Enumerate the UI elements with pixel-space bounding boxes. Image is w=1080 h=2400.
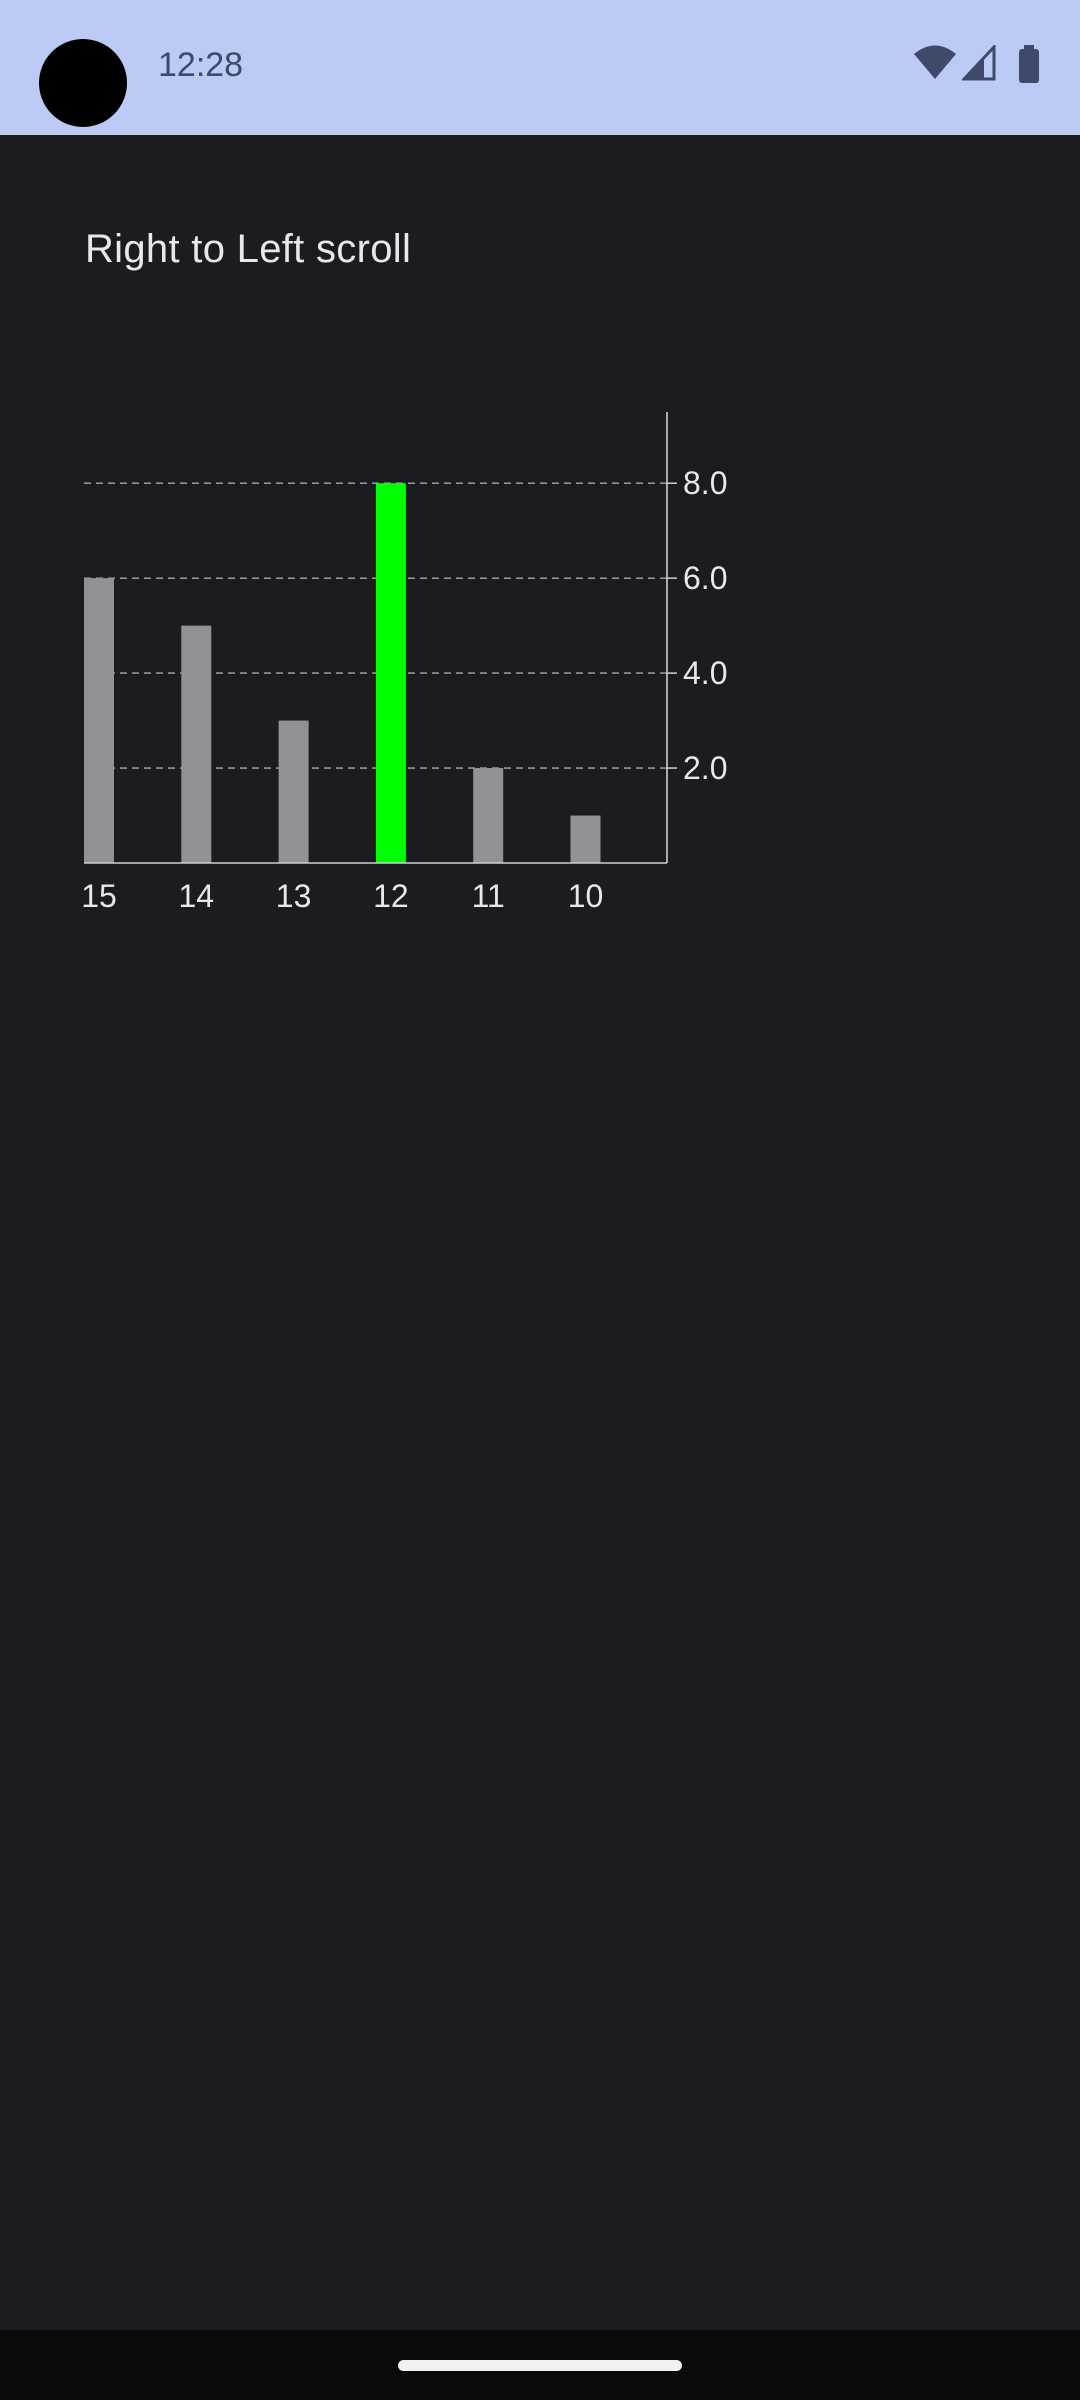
status-icons (914, 45, 1042, 87)
wifi-icon (914, 45, 956, 79)
y-tick-label: 8.0 (683, 465, 727, 501)
bar-11[interactable] (473, 768, 504, 863)
chart-title: Right to Left scroll (85, 227, 412, 271)
bar-13[interactable] (278, 720, 309, 863)
bar-15[interactable] (84, 578, 114, 863)
y-tick-label: 6.0 (683, 560, 727, 596)
bar-12[interactable] (375, 483, 406, 863)
x-tick-label: 14 (179, 878, 215, 914)
app-content: Right to Left scroll 2.0 4.0 6.0 8.0 15 14 13 1… (0, 135, 1080, 2330)
bar-chart[interactable]: 2.0 4.0 6.0 8.0 15 14 13 12 11 10 (0, 270, 800, 920)
x-tick-label: 13 (276, 878, 312, 914)
x-tick-label: 11 (472, 878, 505, 914)
cellular-signal-icon (962, 45, 996, 81)
bar-14[interactable] (181, 625, 212, 863)
status-bar: 12:28 (0, 0, 1080, 135)
y-tick-label: 2.0 (683, 750, 727, 786)
x-tick-label: 10 (568, 878, 604, 914)
x-tick-label: 12 (373, 878, 409, 914)
home-gesture-handle[interactable] (398, 2360, 682, 2371)
navigation-bar (0, 2330, 1080, 2400)
camera-cutout (39, 39, 127, 127)
battery-icon (1019, 45, 1039, 83)
status-clock: 12:28 (158, 46, 244, 84)
x-tick-label: 15 (81, 878, 117, 914)
y-tick-label: 4.0 (683, 655, 727, 691)
bar-10[interactable] (570, 815, 601, 863)
